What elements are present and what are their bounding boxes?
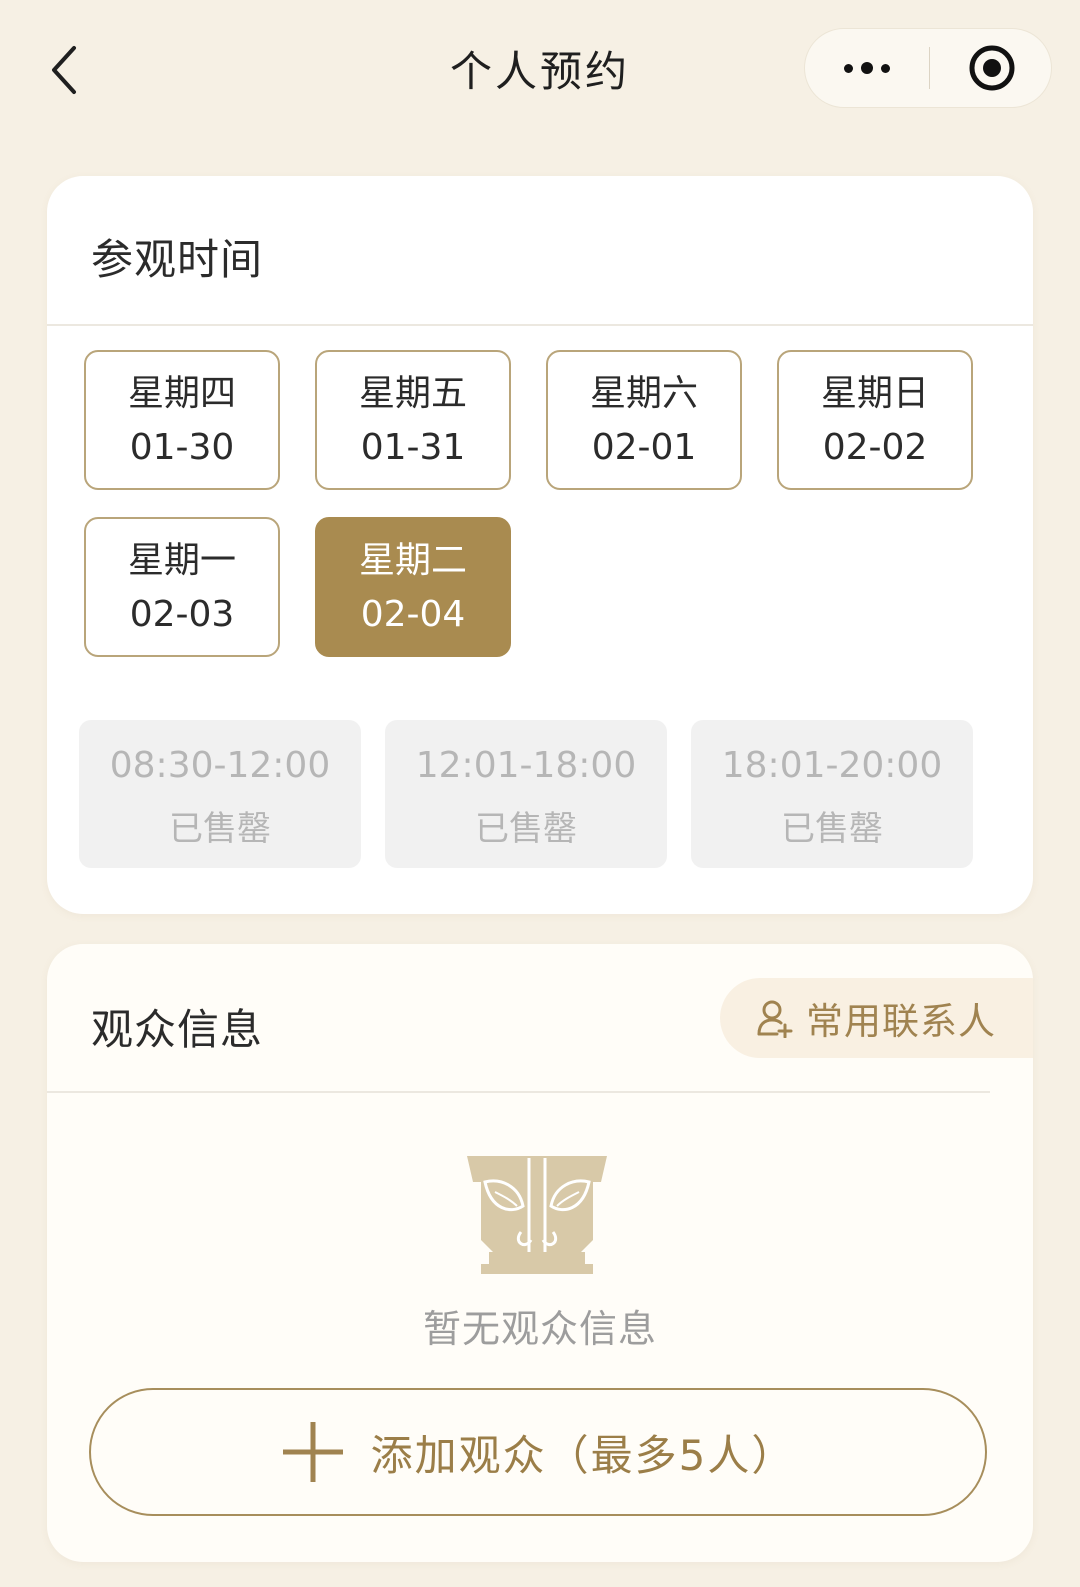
slot-time: 08:30-12:00 bbox=[109, 745, 331, 786]
nav-bar: 个人预约 bbox=[0, 0, 1080, 140]
date-option-02-04-selected[interactable]: 星期二 02-04 bbox=[315, 517, 511, 657]
frequent-contacts-button[interactable]: 常用联系人 bbox=[720, 978, 1033, 1058]
slot-time: 18:01-20:00 bbox=[721, 745, 943, 786]
slot-time: 12:01-18:00 bbox=[415, 745, 637, 786]
more-dots-icon bbox=[840, 62, 894, 74]
date-value: 02-01 bbox=[591, 427, 697, 468]
slot-status: 已售罄 bbox=[475, 809, 577, 849]
date-value: 02-02 bbox=[822, 427, 928, 468]
plus-icon bbox=[282, 1422, 343, 1482]
empty-visitors-text: 暂无观众信息 bbox=[422, 1307, 657, 1351]
time-slot-morning[interactable]: 08:30-12:00 已售罄 bbox=[79, 720, 361, 868]
time-slot-afternoon[interactable]: 12:01-18:00 已售罄 bbox=[385, 720, 667, 868]
close-button[interactable] bbox=[930, 29, 1053, 107]
bronze-mask-icon bbox=[467, 1156, 607, 1274]
date-weekday: 星期一 bbox=[127, 540, 236, 581]
date-value: 01-30 bbox=[129, 427, 235, 468]
divider bbox=[47, 1091, 990, 1093]
date-weekday: 星期四 bbox=[127, 373, 236, 414]
more-button[interactable] bbox=[805, 29, 929, 107]
visit-time-title: 参观时间 bbox=[91, 235, 264, 284]
date-value: 02-03 bbox=[129, 594, 235, 635]
date-option-01-31[interactable]: 星期五 01-31 bbox=[315, 350, 511, 490]
time-slot-evening[interactable]: 18:01-20:00 已售罄 bbox=[691, 720, 973, 868]
date-option-01-30[interactable]: 星期四 01-30 bbox=[84, 350, 280, 490]
date-weekday: 星期五 bbox=[358, 373, 467, 414]
visitor-info-title: 观众信息 bbox=[91, 1005, 264, 1054]
date-value: 01-31 bbox=[360, 427, 466, 468]
date-option-02-02[interactable]: 星期日 02-02 bbox=[777, 350, 973, 490]
date-weekday: 星期六 bbox=[589, 373, 698, 414]
date-option-02-03[interactable]: 星期一 02-03 bbox=[84, 517, 280, 657]
visit-time-card: 参观时间 星期四 01-30 星期五 01-31 星期六 02-01 星期日 0… bbox=[47, 176, 1033, 914]
add-person-icon bbox=[757, 1000, 793, 1038]
miniprogram-capsule bbox=[804, 28, 1052, 108]
frequent-contacts-label: 常用联系人 bbox=[806, 1000, 996, 1043]
date-option-02-01[interactable]: 星期六 02-01 bbox=[546, 350, 742, 490]
add-visitor-label: 添加观众（最多5人） bbox=[370, 1430, 796, 1480]
date-weekday: 星期日 bbox=[820, 373, 929, 414]
slot-status: 已售罄 bbox=[781, 809, 883, 849]
date-weekday: 星期二 bbox=[358, 540, 467, 581]
date-value: 02-04 bbox=[360, 594, 466, 635]
target-icon bbox=[969, 45, 1014, 91]
add-visitor-button[interactable]: 添加观众（最多5人） bbox=[89, 1388, 987, 1516]
slot-status: 已售罄 bbox=[169, 809, 271, 849]
divider bbox=[47, 324, 1033, 326]
visitor-info-card: 观众信息 常用联系人 暂无观众信息 添加观众（最多5人） bbox=[47, 944, 1033, 1562]
